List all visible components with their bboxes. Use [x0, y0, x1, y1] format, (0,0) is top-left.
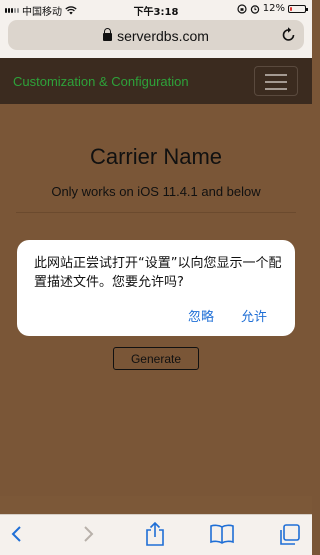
bookmarks-icon[interactable]: [209, 523, 235, 545]
url-display[interactable]: serverdbs.com: [8, 28, 304, 44]
share-icon[interactable]: [144, 521, 166, 547]
tabs-icon[interactable]: [277, 523, 301, 547]
address-bar-container: serverdbs.com: [0, 18, 312, 58]
generate-button[interactable]: Generate: [113, 347, 199, 370]
page-title: Carrier Name: [89, 144, 223, 169]
status-right: 12%: [237, 3, 308, 14]
allow-button[interactable]: 允许: [241, 306, 267, 325]
alarm-icon: [250, 4, 259, 14]
lock-icon: [103, 28, 113, 41]
status-bar: 中国移动 下午3:18 12%: [0, 0, 312, 18]
ignore-button[interactable]: 忽略: [188, 306, 214, 325]
hamburger-icon: [265, 74, 287, 76]
battery-icon: [288, 4, 308, 13]
browser-toolbar: [0, 514, 312, 555]
site-navbar: Customization & Configuration: [0, 58, 312, 104]
battery-percent: 12%: [262, 3, 285, 14]
divider: [16, 212, 296, 213]
orientation-lock-icon: [237, 3, 247, 14]
reload-icon[interactable]: [282, 26, 296, 42]
url-text: serverdbs.com: [117, 28, 209, 44]
back-icon[interactable]: [10, 524, 24, 544]
navbar-brand[interactable]: Customization & Configuration: [13, 74, 189, 89]
address-bar[interactable]: serverdbs.com: [8, 20, 304, 50]
menu-toggle-button[interactable]: [254, 66, 298, 96]
page-footer: [0, 496, 312, 514]
forward-icon[interactable]: [81, 524, 95, 544]
dialog-message: 此网站正尝试打开“设置”以向您显示一个配置描述文件。您要允许吗?: [34, 256, 282, 290]
profile-alert-dialog: 此网站正尝试打开“设置”以向您显示一个配置描述文件。您要允许吗? 忽略 允许: [17, 240, 295, 336]
page-subtitle: Only works on iOS 11.4.1 and below: [51, 184, 261, 199]
